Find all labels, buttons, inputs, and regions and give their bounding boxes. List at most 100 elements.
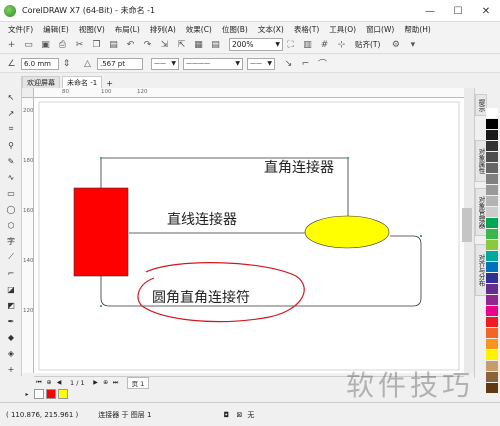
first-page-icon[interactable]: ⏮ [34, 378, 44, 388]
shape-tool-icon[interactable]: ↗ [3, 106, 19, 120]
rectangle-tool-icon[interactable]: ▭ [3, 186, 19, 200]
eyedropper-icon[interactable]: ✒ [3, 314, 19, 328]
no-color-swatch[interactable] [34, 389, 44, 399]
customize-icon[interactable]: ▾ [405, 37, 420, 52]
palette-swatch[interactable] [486, 119, 498, 130]
paste-icon[interactable]: ▤ [106, 37, 121, 52]
zoom-tool-icon[interactable]: ⚲ [3, 138, 19, 152]
palette-swatch[interactable] [486, 350, 498, 361]
menu-tools[interactable]: 工具(O) [329, 24, 356, 35]
ruler-origin[interactable] [22, 88, 34, 98]
parallel-dimension-icon[interactable]: ⟋ [3, 250, 19, 264]
label-right-angle-connector[interactable]: 直角连接器 [264, 159, 334, 176]
drawing-canvas[interactable]: 直角连接器 直线连接器 圆角直角连接符 [34, 98, 464, 373]
no-fill-icon[interactable]: ⊠ [234, 410, 244, 420]
label-rounded-connector[interactable]: 圆角直角连接符 [152, 289, 250, 306]
full-screen-icon[interactable]: ⛶ [283, 37, 298, 52]
palette-swatch[interactable] [486, 251, 498, 262]
palette-swatch[interactable] [486, 317, 498, 328]
fill-bucket-icon[interactable]: ◘ [221, 410, 231, 420]
open-folder-icon[interactable]: ▭ [21, 37, 36, 52]
palette-swatch[interactable] [486, 383, 498, 394]
menu-effects[interactable]: 效果(C) [186, 24, 212, 35]
yellow-ellipse[interactable] [304, 215, 390, 249]
right-angle-connector-icon[interactable]: ⌐ [298, 56, 313, 71]
redo-icon[interactable]: ↷ [140, 37, 155, 52]
palette-swatch[interactable] [486, 196, 498, 207]
palette-swatch[interactable] [486, 185, 498, 196]
page-tab[interactable]: 页 1 [126, 376, 150, 389]
palette-swatch[interactable] [486, 339, 498, 350]
palette-swatch[interactable] [486, 207, 498, 218]
copy-icon[interactable]: ❐ [89, 37, 104, 52]
print-icon[interactable]: ⎙ [55, 37, 70, 52]
palette-swatch[interactable] [486, 240, 498, 251]
zoom-level-select[interactable]: 200% ▼ [229, 38, 283, 51]
artistic-media-icon[interactable]: ∿ [3, 170, 19, 184]
tab-welcome[interactable]: 欢迎屏幕 [22, 76, 60, 88]
crop-tool-icon[interactable]: ⌗ [3, 122, 19, 136]
snap-to-menu[interactable]: 贴齐(T) [355, 39, 380, 50]
palette-swatch[interactable] [486, 328, 498, 339]
menu-bitmaps[interactable]: 位图(B) [222, 24, 248, 35]
line-style-select[interactable]: ———— ▼ [183, 57, 243, 70]
palette-swatch[interactable] [486, 262, 498, 273]
publish-pdf-icon[interactable]: ▦ [191, 37, 206, 52]
minimize-button[interactable]: — [416, 0, 444, 22]
label-straight-connector[interactable]: 直线连接器 [167, 211, 237, 228]
palette-swatch[interactable] [486, 108, 498, 119]
export-icon[interactable]: ⇱ [174, 37, 189, 52]
palette-swatch[interactable] [486, 273, 498, 284]
yellow-swatch[interactable] [58, 389, 68, 399]
menu-help[interactable]: 帮助(H) [404, 24, 431, 35]
end-arrowhead-select[interactable]: —— ▼ [247, 57, 275, 70]
add-tab-icon[interactable]: + [106, 79, 113, 88]
add-page-after-icon[interactable]: ⊕ [101, 378, 111, 388]
connector-tool-icon[interactable]: ⌐ [3, 266, 19, 280]
straight-connector-icon[interactable]: ↘ [281, 56, 296, 71]
palette-swatch[interactable] [486, 152, 498, 163]
add-tool-icon[interactable]: + [3, 362, 19, 376]
menu-layout[interactable]: 布局(L) [115, 24, 140, 35]
text-tool-icon[interactable]: 字 [3, 234, 19, 248]
palette-swatch[interactable] [486, 295, 498, 306]
last-page-icon[interactable]: ⏭ [111, 378, 121, 388]
application-launcher-icon[interactable]: ▤ [208, 37, 223, 52]
palette-swatch[interactable] [486, 130, 498, 141]
palette-swatch[interactable] [486, 284, 498, 295]
palette-swatch[interactable] [486, 218, 498, 229]
palette-swatch[interactable] [486, 372, 498, 383]
show-guidelines-icon[interactable]: ⊹ [334, 37, 349, 52]
pick-tool-icon[interactable]: ↖ [3, 90, 19, 104]
show-grid-icon[interactable]: # [317, 37, 332, 52]
menu-text[interactable]: 文本(X) [258, 24, 284, 35]
import-icon[interactable]: ⇲ [157, 37, 172, 52]
tab-document[interactable]: 未命名 -1 [62, 76, 103, 88]
red-swatch[interactable] [46, 389, 56, 399]
palette-swatch[interactable] [486, 229, 498, 240]
menu-arrange[interactable]: 排列(A) [150, 24, 176, 35]
palette-swatch[interactable] [486, 306, 498, 317]
restore-button[interactable]: ☐ [444, 0, 472, 22]
polygon-tool-icon[interactable]: ⬡ [3, 218, 19, 232]
vertical-ruler[interactable]: 200 180 160 140 120 [22, 98, 34, 373]
options-gear-icon[interactable]: ⚙ [388, 37, 403, 52]
ellipse-tool-icon[interactable]: ◯ [3, 202, 19, 216]
outline-width-field[interactable]: .567 pt [97, 57, 143, 70]
save-icon[interactable]: ▣ [38, 37, 53, 52]
transparency-tool-icon[interactable]: ◩ [3, 298, 19, 312]
interactive-fill-icon[interactable]: ◆ [3, 330, 19, 344]
next-page-icon[interactable]: ▶ [91, 378, 101, 388]
add-page-before-icon[interactable]: ⊕ [44, 378, 54, 388]
new-document-icon[interactable]: + [4, 37, 19, 52]
size-field[interactable]: 6.0 mm [21, 57, 59, 70]
size-stepper-icon[interactable]: ⇕ [59, 56, 74, 71]
drop-shadow-icon[interactable]: ◪ [3, 282, 19, 296]
previous-page-icon[interactable]: ◀ [54, 378, 64, 388]
palette-swatch[interactable] [486, 163, 498, 174]
close-button[interactable]: ✕ [472, 0, 500, 22]
menu-window[interactable]: 窗口(W) [366, 24, 394, 35]
menu-file[interactable]: 文件(F) [8, 24, 33, 35]
start-arrowhead-select[interactable]: —— ▼ [151, 57, 179, 70]
rounded-connector-icon[interactable]: ⌒ [315, 56, 330, 71]
